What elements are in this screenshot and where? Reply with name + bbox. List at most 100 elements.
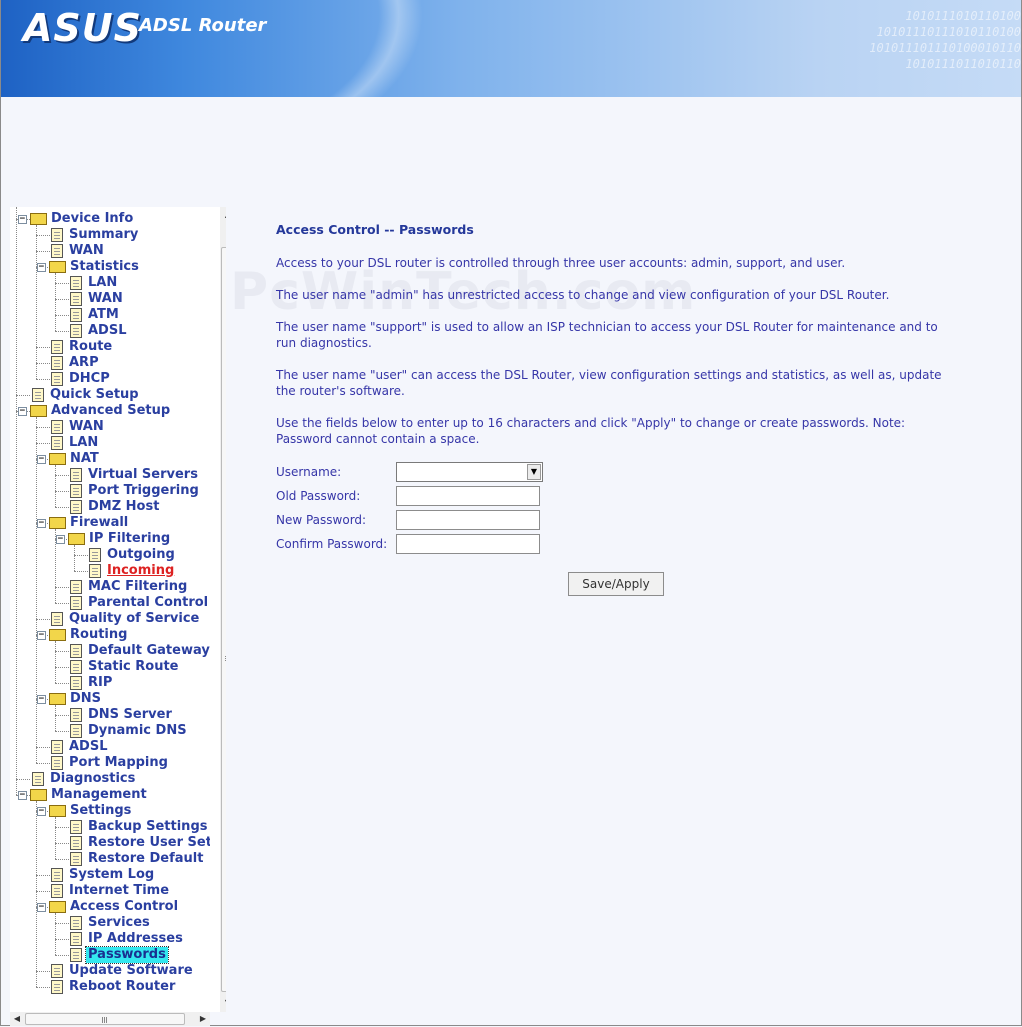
chevron-down-icon[interactable]: ▼ — [527, 464, 541, 480]
tree-connector — [36, 619, 50, 620]
save-apply-button[interactable]: Save/Apply — [568, 572, 664, 596]
sidebar-item-label: LAN — [88, 275, 118, 290]
folder-icon — [49, 693, 66, 705]
tree-connector — [74, 545, 75, 571]
scroll-thumb-horizontal[interactable] — [25, 1013, 185, 1025]
sidebar-item-label: Statistics — [70, 259, 139, 274]
sidebar-item-label: Route — [69, 339, 113, 354]
sidebar-item-label: DHCP — [69, 371, 110, 386]
sidebar-item-label: Advanced Setup — [51, 403, 171, 418]
sidebar-item-label: Restore Default — [88, 851, 204, 866]
tree-connector — [55, 651, 69, 652]
sidebar-item-label: Virtual Servers — [88, 467, 198, 482]
tree-connector — [55, 715, 69, 716]
collapse-toggle-icon[interactable]: − — [18, 791, 27, 800]
sidebar-item-label: Summary — [69, 227, 139, 242]
sidebar-item-label: ADSL — [88, 323, 127, 338]
sidebar-item-label: Routing — [70, 627, 128, 642]
document-icon — [89, 548, 101, 562]
tree-connector — [55, 955, 69, 956]
instructions-paragraph: Use the fields below to enter up to 16 c… — [276, 416, 906, 446]
document-icon — [51, 756, 63, 770]
sidebar-item-label: Port Mapping — [69, 755, 168, 770]
tree-connector — [55, 283, 69, 284]
sidebar-item-label: Reboot Router — [69, 979, 176, 994]
tree-connector — [55, 913, 56, 955]
tree-connector — [36, 891, 50, 892]
collapse-toggle-icon[interactable]: − — [37, 455, 46, 464]
sidebar-vertical-scrollbar[interactable]: ▲ ▼ — [220, 207, 226, 1012]
tree-connector — [36, 971, 50, 972]
sidebar-item-label: Services — [88, 915, 150, 930]
tree-connector — [36, 427, 50, 428]
binary-line: 1010111011010110 — [905, 57, 1021, 71]
collapse-toggle-icon[interactable]: − — [18, 407, 27, 416]
document-icon — [51, 436, 63, 450]
sidebar-item-label: ADSL — [69, 739, 108, 754]
header-banner: ASUS ADSL Router 1010111010110100 101011… — [1, 0, 1021, 97]
username-select[interactable]: ▼ — [396, 462, 543, 482]
sidebar-item-label: IP Filtering — [89, 531, 171, 546]
tree-connector — [55, 705, 56, 731]
tree-connector — [55, 331, 69, 332]
sidebar-item-label: WAN — [69, 243, 104, 258]
document-icon — [70, 820, 82, 834]
document-icon — [70, 308, 82, 322]
scroll-up-arrow-icon[interactable]: ▲ — [220, 207, 226, 223]
scroll-right-arrow-icon[interactable]: ▶ — [196, 1012, 210, 1026]
confirm-password-field[interactable] — [396, 534, 540, 554]
tree-connector — [16, 207, 17, 795]
new-password-field[interactable] — [396, 510, 540, 530]
tree-connector — [55, 827, 69, 828]
document-icon — [51, 740, 63, 754]
binary-decoration: 1010111010110100 10101110111010110100 10… — [761, 8, 1021, 72]
collapse-toggle-icon[interactable]: − — [56, 535, 65, 544]
tree-connector — [36, 801, 37, 987]
tree-connector — [36, 747, 50, 748]
sidebar-item-label: Quick Setup — [50, 387, 139, 402]
binary-line: 101011101110100010110 — [869, 41, 1021, 55]
collapse-toggle-icon[interactable]: − — [37, 631, 46, 640]
scroll-down-arrow-icon[interactable]: ▼ — [220, 995, 226, 1011]
sidebar-item-label: RIP — [88, 675, 113, 690]
sidebar-horizontal-scrollbar[interactable]: ◀ ▶ — [10, 1012, 210, 1026]
document-icon — [51, 420, 63, 434]
folder-icon — [49, 629, 66, 641]
tree-connector — [36, 379, 50, 380]
collapse-toggle-icon[interactable]: − — [37, 519, 46, 528]
collapse-toggle-icon[interactable]: − — [37, 263, 46, 272]
sidebar-item-label: Internet Time — [69, 883, 170, 898]
tree-connector — [55, 939, 69, 940]
folder-icon — [49, 805, 66, 817]
collapse-toggle-icon[interactable]: − — [37, 807, 46, 816]
folder-icon — [49, 517, 66, 529]
tree-connector — [16, 779, 30, 780]
document-icon — [70, 580, 82, 594]
sidebar-item-label: Incoming — [107, 563, 175, 578]
sidebar-item-label: Default Gateway — [88, 643, 210, 658]
scroll-left-arrow-icon[interactable]: ◀ — [10, 1012, 24, 1026]
collapse-toggle-icon[interactable]: − — [37, 903, 46, 912]
sidebar-item-label: ATM — [88, 307, 119, 322]
sidebar-item-label: Backup Settings — [88, 819, 208, 834]
old-password-field[interactable] — [396, 486, 540, 506]
intro-paragraph: Access to your DSL router is controlled … — [276, 256, 846, 270]
tree-connector — [36, 987, 50, 988]
scroll-thumb[interactable] — [221, 247, 226, 992]
tree-connector — [36, 763, 50, 764]
binary-line: 10101110111010110100 — [876, 25, 1022, 39]
username-label: Username: — [276, 465, 342, 479]
collapse-toggle-icon[interactable]: − — [18, 215, 27, 224]
document-icon — [51, 868, 63, 882]
document-icon — [51, 964, 63, 978]
document-icon — [70, 484, 82, 498]
sidebar-item-label: LAN — [69, 435, 99, 450]
sidebar-item-label: IP Addresses — [88, 931, 183, 946]
sidebar-item-label: Dynamic DNS — [88, 723, 187, 738]
document-icon — [51, 980, 63, 994]
sidebar-item-label: Port Triggering — [88, 483, 199, 498]
tree-connector — [55, 843, 69, 844]
confirm-password-label: Confirm Password: — [276, 537, 388, 551]
tree-connector — [36, 251, 50, 252]
collapse-toggle-icon[interactable]: − — [37, 695, 46, 704]
